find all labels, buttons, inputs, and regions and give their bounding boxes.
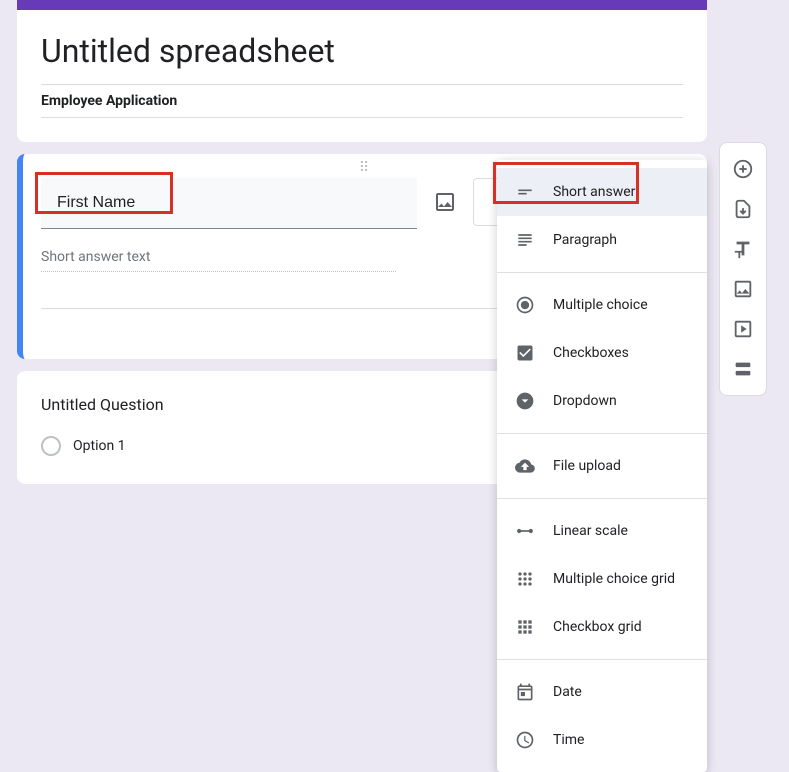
menu-item-label: Linear scale bbox=[553, 523, 628, 539]
question-title-input[interactable] bbox=[41, 178, 417, 229]
drag-handle-icon[interactable]: ⠿ bbox=[359, 160, 371, 176]
short-answer-placeholder: Short answer text bbox=[41, 249, 396, 272]
import-icon bbox=[732, 198, 754, 220]
image-icon bbox=[732, 278, 754, 300]
menu-item-label: Paragraph bbox=[553, 232, 617, 248]
add-title-button[interactable] bbox=[725, 231, 761, 267]
menu-item-label: Short answer bbox=[553, 184, 635, 200]
menu-item-dropdown[interactable]: Dropdown bbox=[497, 377, 707, 425]
menu-item-label: Time bbox=[553, 732, 584, 748]
menu-item-label: Date bbox=[553, 684, 582, 700]
menu-item-checkbox-grid[interactable]: Checkbox grid bbox=[497, 603, 707, 651]
menu-item-checkboxes[interactable]: Checkboxes bbox=[497, 329, 707, 377]
question-type-dropdown: Short answer Paragraph Multiple choice C… bbox=[497, 160, 707, 772]
add-image-to-question-button[interactable] bbox=[433, 190, 457, 214]
menu-item-short-answer[interactable]: Short answer bbox=[497, 168, 707, 216]
dropdown-icon bbox=[513, 389, 537, 413]
form-title[interactable]: Untitled spreadsheet bbox=[41, 32, 683, 70]
short-answer-icon bbox=[513, 180, 537, 204]
add-section-button[interactable] bbox=[725, 351, 761, 387]
menu-item-label: Dropdown bbox=[553, 393, 617, 409]
menu-divider bbox=[497, 498, 707, 499]
menu-divider bbox=[497, 659, 707, 660]
form-header-card: Untitled spreadsheet Employee Applicatio… bbox=[17, 0, 707, 142]
checkbox-icon bbox=[513, 341, 537, 365]
menu-item-label: Multiple choice bbox=[553, 297, 648, 313]
text-icon bbox=[732, 238, 754, 260]
menu-item-paragraph[interactable]: Paragraph bbox=[497, 216, 707, 264]
menu-item-file-upload[interactable]: File upload bbox=[497, 442, 707, 490]
paragraph-icon bbox=[513, 228, 537, 252]
form-side-toolbar bbox=[719, 142, 767, 396]
form-description[interactable]: Employee Application bbox=[41, 84, 683, 118]
menu-item-multiple-choice-grid[interactable]: Multiple choice grid bbox=[497, 555, 707, 603]
menu-item-label: File upload bbox=[553, 458, 621, 474]
video-icon bbox=[732, 318, 754, 340]
menu-item-linear-scale[interactable]: Linear scale bbox=[497, 507, 707, 555]
menu-item-label: Multiple choice grid bbox=[553, 571, 675, 587]
import-questions-button[interactable] bbox=[725, 191, 761, 227]
menu-item-label: Checkbox grid bbox=[553, 619, 642, 635]
section-icon bbox=[732, 358, 754, 380]
add-image-button[interactable] bbox=[725, 271, 761, 307]
option-label[interactable]: Option 1 bbox=[73, 438, 126, 454]
plus-circle-icon bbox=[732, 158, 754, 180]
square-grid-icon bbox=[513, 615, 537, 639]
menu-divider bbox=[497, 272, 707, 273]
clock-icon bbox=[513, 728, 537, 752]
menu-divider bbox=[497, 433, 707, 434]
menu-item-multiple-choice[interactable]: Multiple choice bbox=[497, 281, 707, 329]
add-video-button[interactable] bbox=[725, 311, 761, 347]
radio-icon bbox=[41, 436, 61, 456]
cloud-upload-icon bbox=[513, 454, 537, 478]
image-icon bbox=[433, 190, 457, 214]
radio-icon bbox=[513, 293, 537, 317]
linear-scale-icon bbox=[513, 519, 537, 543]
dot-grid-icon bbox=[513, 567, 537, 591]
menu-item-label: Checkboxes bbox=[553, 345, 629, 361]
menu-item-date[interactable]: Date bbox=[497, 668, 707, 716]
add-question-button[interactable] bbox=[725, 151, 761, 187]
calendar-icon bbox=[513, 680, 537, 704]
menu-item-time[interactable]: Time bbox=[497, 716, 707, 764]
